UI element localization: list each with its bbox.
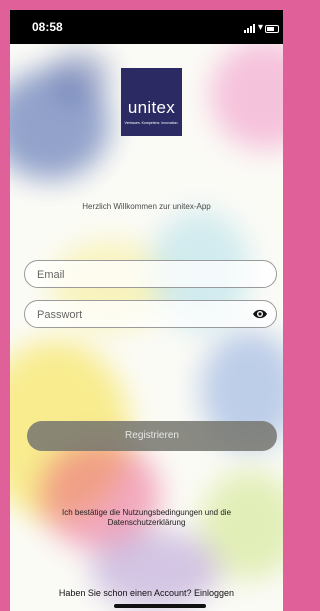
signal-icon — [244, 24, 255, 33]
welcome-text: Herzlich Willkommen zur unitex-App — [82, 202, 211, 211]
terms-text: Ich bestätige die Nutzungsbedingungen un… — [40, 508, 253, 528]
home-indicator — [114, 604, 206, 608]
logo-wordmark: unitex — [127, 98, 176, 117]
terms-middle: und die — [202, 508, 232, 517]
email-input[interactable] — [35, 261, 239, 289]
logo-tagline: Vertrauen. Kompetenz. Innovation. — [124, 121, 179, 125]
register-button[interactable]: Registrieren — [27, 421, 277, 451]
logo: unitex Vertrauen. Kompetenz. Innovation. — [121, 68, 182, 136]
login-question: Haben Sie schon einen Account? — [58, 588, 192, 598]
password-field[interactable] — [24, 300, 277, 329]
splash-decoration — [50, 50, 110, 100]
splash-decoration — [90, 530, 220, 610]
login-link[interactable]: Einloggen — [194, 588, 234, 598]
wifi-icon: ▾ — [258, 22, 264, 33]
terms-prefix: Ich bestätige die — [61, 508, 123, 517]
login-prompt: Haben Sie schon einen Account? Einloggen — [10, 588, 283, 598]
email-field[interactable] — [24, 260, 277, 289]
status-bar: 08:58 ▾ — [10, 10, 283, 44]
terms-link[interactable]: Nutzungsbedingungen — [122, 508, 202, 517]
eye-icon[interactable] — [252, 307, 268, 321]
password-input[interactable] — [35, 301, 239, 329]
battery-icon — [265, 25, 279, 33]
status-time: 08:58 — [32, 20, 63, 34]
app-screen: 08:58 ▾ unitex Vertrauen. Kompetenz. Inn… — [10, 10, 283, 611]
splash-decoration — [210, 40, 283, 150]
privacy-link[interactable]: Datenschutzerklärung — [108, 518, 186, 527]
